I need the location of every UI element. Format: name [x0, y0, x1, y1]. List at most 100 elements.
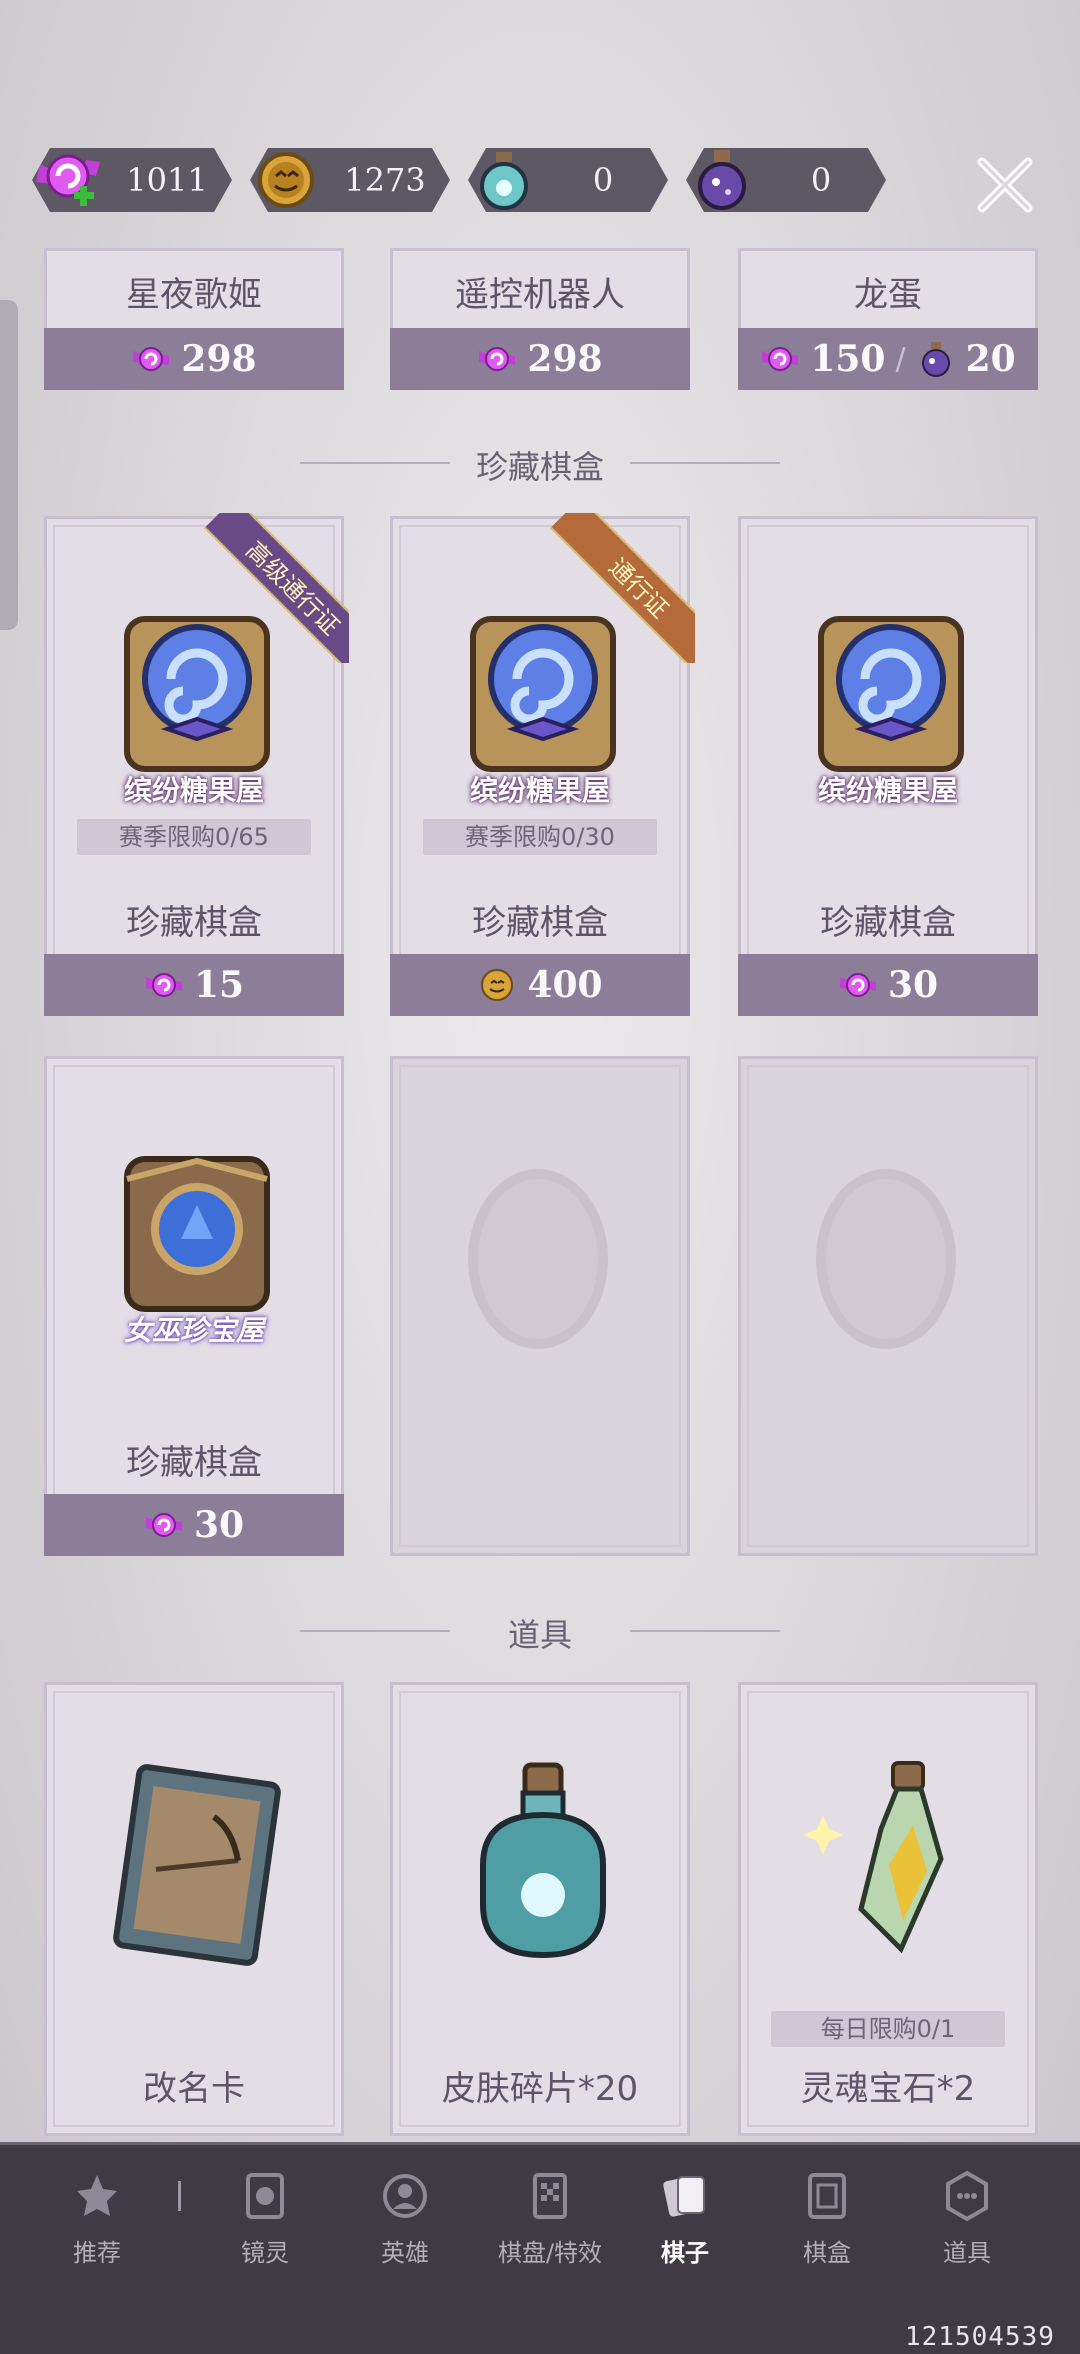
item-name: 珍藏棋盒	[126, 903, 262, 943]
rename-card-icon	[113, 1764, 281, 1966]
chess-box-card[interactable]: 缤纷糖果屋 珍藏棋盒 30	[738, 516, 1038, 1016]
price-value: 150	[810, 338, 886, 380]
price-value: 30	[887, 964, 939, 1006]
skin-fragment-bottle-icon	[480, 1762, 606, 1959]
chess-box-icon	[808, 2173, 846, 2219]
board-effects-icon	[533, 2173, 567, 2219]
mirror-spirit-icon	[246, 2173, 284, 2219]
chess-box-card[interactable]: 女巫珍宝屋 珍藏棋盒 30	[44, 1056, 344, 1556]
hero-icon	[383, 2174, 427, 2218]
price-bar[interactable]: 30	[44, 1494, 344, 1556]
nav-label: 推荐	[73, 2239, 121, 2267]
item-name: 珍藏棋盒	[472, 903, 608, 943]
item-name: 星夜歌姬	[126, 275, 262, 315]
section-title-boxes: 珍藏棋盒	[475, 448, 604, 486]
currency-value: 0	[810, 161, 832, 199]
candy-house-box-icon	[818, 616, 964, 772]
candy-icon	[145, 1513, 182, 1537]
currency-pumpkin[interactable]: 1273	[250, 148, 450, 212]
skin-card[interactable]: 星夜歌姬 298	[44, 248, 344, 390]
candy-icon	[133, 347, 170, 371]
nav-label: 道具	[943, 2239, 991, 2267]
box-logo: 女巫珍宝屋	[123, 1314, 264, 1347]
price-bar[interactable]: 298	[390, 328, 690, 390]
nav-item-mirror-spirit[interactable]: 镜灵	[210, 2169, 320, 2268]
item-card[interactable]: 皮肤碎片*20	[390, 1682, 690, 2136]
recommend-icon	[77, 2175, 117, 2216]
premium-pass-ribbon: 高级通行证	[199, 513, 349, 663]
skin-card[interactable]: 龙蛋 150 / 20	[738, 248, 1038, 390]
purple-potion-icon	[684, 142, 760, 218]
price-value: 15	[193, 964, 245, 1006]
price-bar[interactable]: 30	[738, 954, 1038, 1016]
item-card[interactable]: 每日限购0/1 灵魂宝石*2	[738, 1682, 1038, 2136]
nav-item-board-effects[interactable]: 棋盘/特效	[490, 2169, 610, 2268]
chess-box-card[interactable]: 缤纷糖果屋 赛季限购0/30 珍藏棋盒 400 通行证	[390, 513, 695, 1016]
item-name: 龙蛋	[854, 275, 922, 315]
item-name: 改名卡	[143, 2069, 245, 2109]
dragon-emblem-icon	[816, 1169, 956, 1349]
pass-ribbon: 通行证	[545, 513, 695, 663]
chess-box-card[interactable]: 缤纷糖果屋 赛季限购0/65 珍藏棋盒 15 高级通行证	[44, 513, 349, 1016]
currency-value: 1273	[344, 161, 426, 199]
price-value: 20	[965, 338, 1016, 380]
candy-plus-icon[interactable]	[30, 142, 106, 218]
nav-label: 棋盒	[803, 2239, 851, 2267]
user-id: 121504539	[905, 2322, 1055, 2352]
price-value: 400	[527, 964, 603, 1006]
price-bar[interactable]: 298	[44, 328, 344, 390]
price-value: 298	[181, 338, 257, 380]
candy-icon	[839, 973, 876, 997]
item-name: 灵魂宝石*2	[800, 2069, 976, 2109]
skin-fragment-bottle-icon	[466, 142, 542, 218]
empty-slot-card	[390, 1056, 690, 1556]
purchase-limit: 赛季限购0/65	[77, 819, 311, 855]
price-separator: /	[895, 341, 906, 377]
box-logo: 缤纷糖果屋	[817, 774, 958, 807]
item-card[interactable]: 改名卡	[44, 1682, 344, 2136]
nav-label: 镜灵	[241, 2239, 289, 2267]
price-bar[interactable]: 400	[390, 954, 690, 1016]
purple-potion-icon	[921, 342, 950, 377]
item-name: 珍藏棋盒	[820, 903, 956, 943]
ribbon-label: 通行证	[550, 513, 695, 663]
section-title-items: 道具	[507, 1616, 572, 1654]
candy-icon	[762, 347, 799, 371]
box-logo: 缤纷糖果屋	[469, 774, 610, 807]
price-value: 30	[193, 1504, 245, 1546]
item-name: 遥控机器人	[455, 275, 625, 315]
ribbon-label: 高级通行证	[204, 513, 349, 663]
candy-icon	[145, 973, 182, 997]
item-name: 皮肤碎片*20	[441, 2069, 639, 2109]
nav-item-recommend[interactable]: 推荐	[42, 2169, 152, 2268]
price-bar[interactable]: 15	[44, 954, 344, 1016]
currency-potion[interactable]: 0	[686, 148, 886, 212]
price-bar[interactable]: 150 / 20	[738, 328, 1038, 390]
items-icon	[946, 2170, 988, 2222]
skin-card[interactable]: 遥控机器人 298	[390, 248, 690, 390]
empty-slot-card	[738, 1056, 1038, 1556]
nav-item-hero[interactable]: 英雄	[350, 2169, 460, 2268]
nav-label: 英雄	[381, 2239, 429, 2267]
item-name: 珍藏棋盒	[126, 1443, 262, 1483]
purchase-limit: 赛季限购0/30	[423, 819, 657, 855]
dragon-emblem-icon	[468, 1169, 608, 1349]
pumpkin-coin-icon	[248, 142, 324, 218]
currency-candy[interactable]: 1011	[32, 148, 232, 212]
purchase-limit: 每日限购0/1	[771, 2011, 1005, 2047]
nav-item-items[interactable]: 道具	[912, 2169, 1022, 2268]
pumpkin-coin-icon	[481, 969, 514, 1001]
currency-skin-fragment[interactable]: 0	[468, 148, 668, 212]
nav-item-chess-box[interactable]: 棋盒	[772, 2169, 882, 2268]
box-logo: 缤纷糖果屋	[123, 774, 264, 807]
price-value: 298	[527, 338, 603, 380]
witch-treasure-box-icon	[124, 1156, 270, 1312]
nav-label: 棋盘/特效	[497, 2239, 603, 2267]
candy-icon	[479, 347, 516, 371]
currency-value: 1011	[126, 161, 208, 199]
nav-item-chess-piece[interactable]: 棋子	[630, 2169, 740, 2268]
nav-divider	[178, 2181, 181, 2211]
nav-label: 棋子	[661, 2239, 709, 2267]
currency-value: 0	[592, 161, 614, 199]
close-icon[interactable]	[970, 150, 1040, 220]
